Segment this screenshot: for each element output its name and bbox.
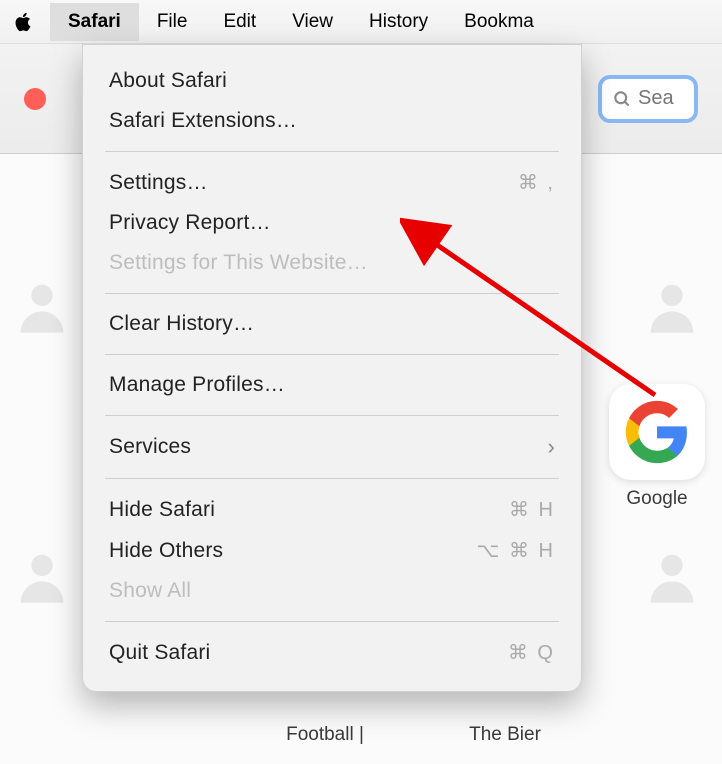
menubar-history[interactable]: History [351, 3, 446, 41]
menu-separator [105, 151, 559, 152]
menu-services[interactable]: Services› [83, 426, 581, 468]
safari-menu-dropdown: About Safari Safari Extensions… Settings… [82, 44, 582, 692]
menubar-bookmarks[interactable]: Bookma [446, 3, 552, 41]
menu-about-safari[interactable]: About Safari [83, 61, 581, 101]
search-icon [612, 89, 632, 109]
menu-separator [105, 415, 559, 416]
menu-settings[interactable]: Settings…⌘ , [83, 162, 581, 203]
speed-dial-label: The Bier [450, 724, 560, 746]
speed-dial-label: Google [602, 488, 712, 510]
menu-privacy-report[interactable]: Privacy Report… [83, 203, 581, 243]
menu-hide-others[interactable]: Hide Others⌥ ⌘ H [83, 530, 581, 571]
menu-quit-safari[interactable]: Quit Safari⌘ Q [83, 632, 581, 673]
person-placeholder-icon [640, 544, 704, 608]
shortcut-label: ⌥ ⌘ H [476, 538, 555, 563]
shortcut-label: ⌘ H [509, 497, 555, 522]
menu-separator [105, 621, 559, 622]
menu-separator [105, 293, 559, 294]
menu-settings-for-website: Settings for This Website… [83, 243, 581, 283]
shortcut-label: ⌘ Q [508, 640, 555, 665]
speed-dial-google[interactable] [609, 384, 705, 480]
menu-clear-history[interactable]: Clear History… [83, 304, 581, 344]
search-field-wrap[interactable] [598, 75, 698, 123]
speed-dial-label: Football | [270, 724, 380, 746]
person-placeholder-icon [10, 274, 74, 338]
menu-show-all: Show All [83, 571, 581, 611]
macos-menubar: Safari File Edit View History Bookma [0, 0, 722, 44]
menu-hide-safari[interactable]: Hide Safari⌘ H [83, 489, 581, 530]
person-placeholder-icon [640, 274, 704, 338]
chevron-right-icon: › [547, 434, 555, 460]
google-logo-icon [623, 398, 691, 466]
apple-logo-icon [12, 11, 34, 33]
menubar-file[interactable]: File [139, 3, 206, 41]
person-placeholder-icon [10, 544, 74, 608]
menubar-edit[interactable]: Edit [205, 3, 274, 41]
menu-safari-extensions[interactable]: Safari Extensions… [83, 101, 581, 141]
search-input[interactable] [638, 87, 678, 110]
shortcut-label: ⌘ , [518, 170, 555, 195]
menu-separator [105, 354, 559, 355]
menu-separator [105, 478, 559, 479]
menubar-safari[interactable]: Safari [50, 3, 139, 41]
menubar-view[interactable]: View [274, 3, 351, 41]
window-close-dot[interactable] [24, 88, 46, 110]
menu-manage-profiles[interactable]: Manage Profiles… [83, 365, 581, 405]
